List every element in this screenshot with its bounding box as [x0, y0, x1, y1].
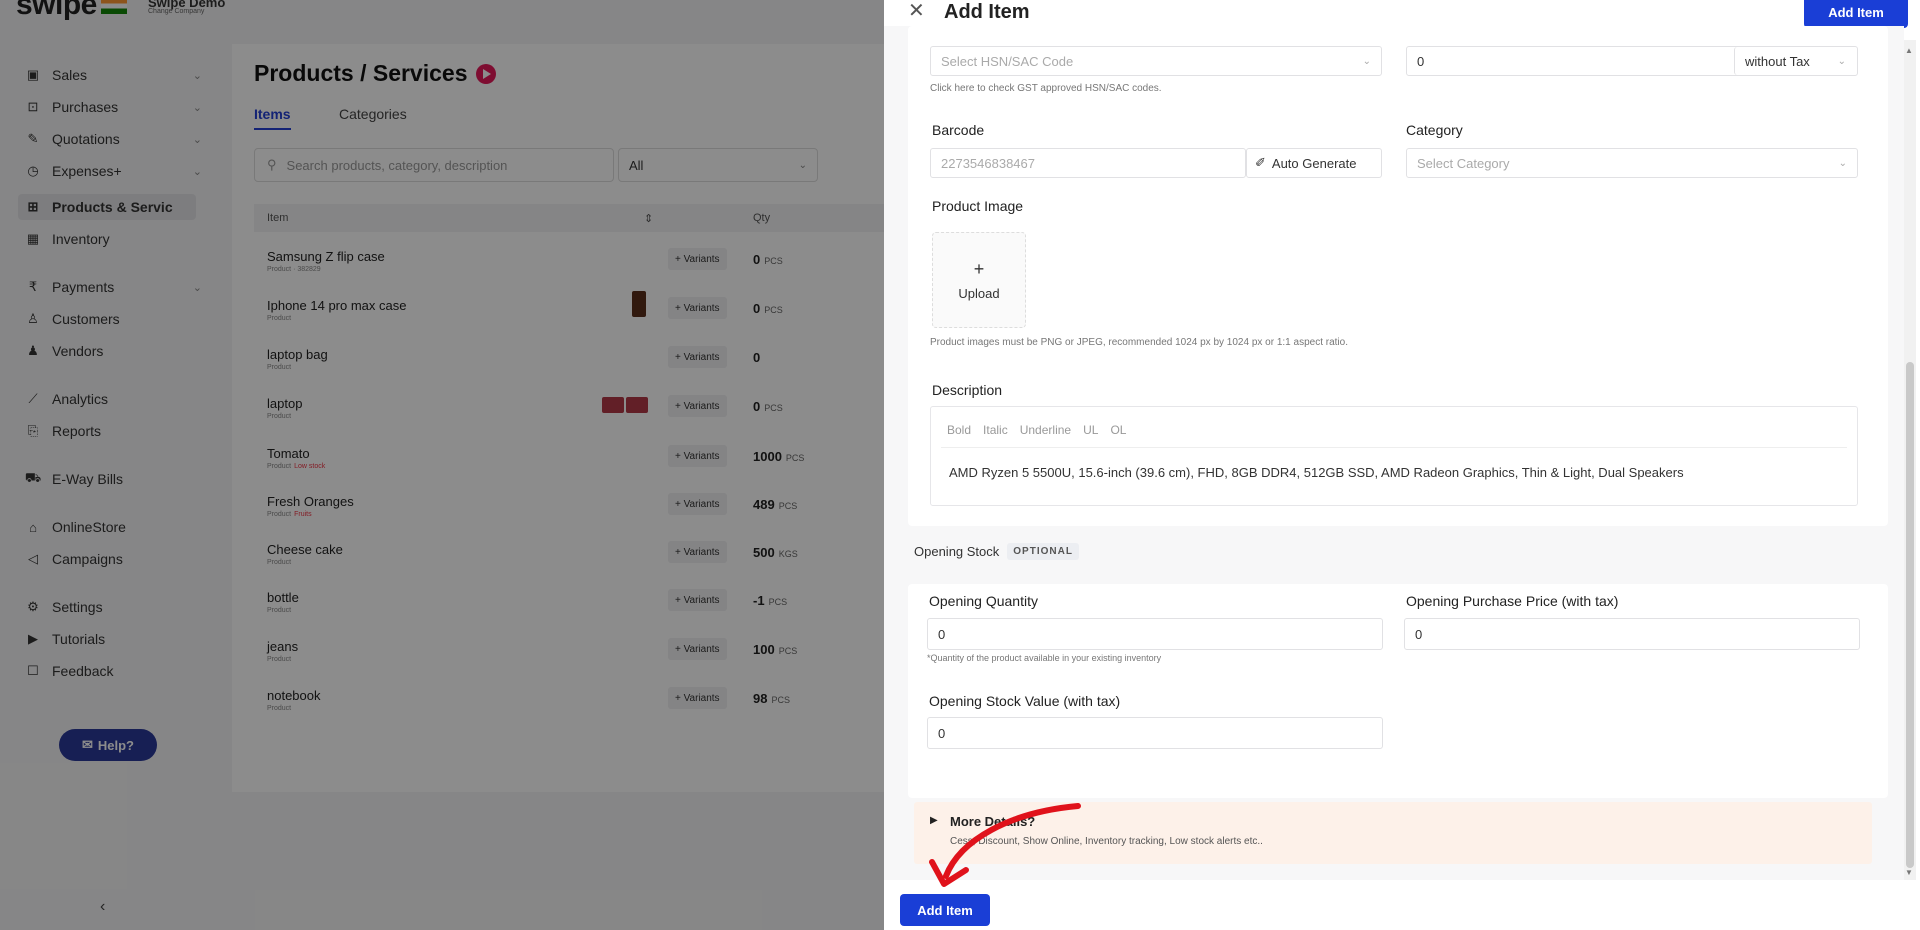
opening-price-label: Opening Purchase Price (with tax) [1406, 593, 1619, 609]
opening-quantity-hint: *Quantity of the product available in yo… [927, 653, 1162, 663]
scroll-down-icon[interactable]: ▼ [1905, 868, 1913, 877]
more-details-title[interactable]: More Details? [950, 814, 1035, 829]
chevron-down-icon: ⌄ [1837, 55, 1846, 67]
add-item-button-bottom[interactable]: Add Item [900, 894, 990, 926]
drawer-header: ✕ Add Item Add Item [884, 0, 1920, 28]
optional-badge: OPTIONAL [1007, 543, 1079, 560]
unordered-list-button[interactable]: UL [1083, 423, 1098, 437]
chevron-down-icon: ⌄ [1362, 55, 1371, 67]
opening-stock-card [908, 584, 1888, 798]
more-details-sub: Cess, Discount, Show Online, Inventory t… [950, 836, 1263, 847]
bold-button[interactable]: Bold [947, 423, 971, 437]
close-icon[interactable]: ✕ [908, 0, 925, 22]
image-hint: Product images must be PNG or JPEG, reco… [930, 337, 1348, 348]
modal-backdrop[interactable] [0, 0, 884, 930]
editor-divider [941, 447, 1847, 448]
category-select[interactable]: Select Category ⌄ [1406, 148, 1858, 178]
drawer-title: Add Item [944, 1, 1030, 23]
magic-wand-icon: ✐ [1255, 155, 1266, 170]
hsn-select[interactable]: Select HSN/SAC Code ⌄ [930, 46, 1382, 76]
ordered-list-button[interactable]: OL [1110, 423, 1126, 437]
opening-price-input[interactable]: 0 [1404, 618, 1860, 650]
opening-quantity-input[interactable]: 0 [927, 618, 1383, 650]
scrollbar-thumb[interactable] [1906, 362, 1914, 868]
italic-button[interactable]: Italic [983, 423, 1008, 437]
barcode-input[interactable]: 2273546838467 [930, 148, 1246, 178]
opening-quantity-label: Opening Quantity [929, 593, 1038, 609]
auto-generate-button[interactable]: ✐ Auto Generate [1246, 148, 1382, 178]
underline-button[interactable]: Underline [1020, 423, 1071, 437]
opening-stock-value-label: Opening Stock Value (with tax) [929, 693, 1121, 709]
upload-image-button[interactable]: + Upload [932, 232, 1026, 328]
add-item-button-top[interactable]: Add Item [1804, 0, 1908, 28]
plus-icon: + [973, 259, 985, 279]
category-label: Category [1406, 122, 1463, 138]
scroll-up-icon[interactable]: ▲ [1905, 46, 1913, 55]
more-details-panel[interactable]: ▶ More Details? Cess, Discount, Show Onl… [914, 802, 1872, 864]
description-editor[interactable]: Bold Italic Underline UL OL AMD Ryzen 5 … [930, 406, 1858, 506]
description-label: Description [932, 382, 1003, 398]
description-text[interactable]: AMD Ryzen 5 5500U, 15.6-inch (39.6 cm), … [949, 465, 1684, 480]
tax-mode-select[interactable]: without Tax ⌄ [1734, 47, 1856, 75]
opening-stock-value-input[interactable]: 0 [927, 717, 1383, 749]
hsn-hint-link[interactable]: Click here to check GST approved HSN/SAC… [930, 83, 1162, 94]
product-image-label: Product Image [932, 198, 1024, 214]
caret-right-icon: ▶ [930, 815, 938, 826]
editor-toolbar: Bold Italic Underline UL OL [947, 423, 1126, 437]
opening-stock-title: Opening Stock OPTIONAL [914, 543, 1079, 560]
drawer-footer [884, 880, 1920, 930]
barcode-label: Barcode [932, 122, 985, 138]
chevron-down-icon: ⌄ [1838, 157, 1847, 169]
